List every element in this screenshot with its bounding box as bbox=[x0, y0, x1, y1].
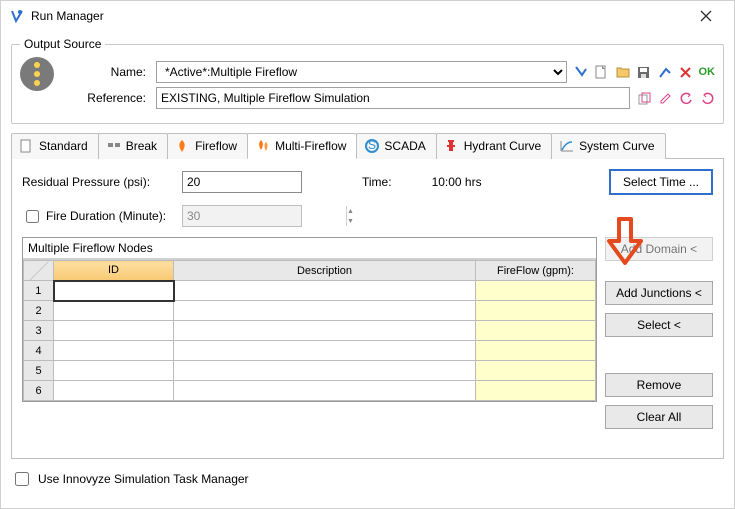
col-id[interactable]: ID bbox=[54, 261, 174, 281]
grid-buttons: Add Domain < Add Junctions < Select < Re… bbox=[605, 237, 713, 429]
reference-input[interactable] bbox=[156, 87, 630, 109]
residual-pressure-input[interactable] bbox=[182, 171, 302, 193]
name-toolbar: OK bbox=[573, 64, 716, 80]
undo-icon[interactable] bbox=[678, 90, 694, 106]
close-button[interactable] bbox=[686, 2, 726, 30]
curve-icon bbox=[560, 139, 574, 153]
fire-icon bbox=[176, 139, 190, 153]
use-task-manager-checkbox[interactable] bbox=[15, 472, 29, 486]
tab-hydrant-curve[interactable]: Hydrant Curve bbox=[436, 133, 552, 159]
tab-label: Fireflow bbox=[195, 139, 237, 153]
tab-standard[interactable]: Standard bbox=[11, 133, 99, 159]
grid-corner[interactable] bbox=[24, 261, 54, 281]
add-junctions-button[interactable]: Add Junctions < bbox=[605, 281, 713, 305]
table-row[interactable]: 5 bbox=[24, 361, 596, 381]
grid-container: Multiple Fireflow Nodes ID Description F… bbox=[22, 237, 597, 402]
save-icon[interactable] bbox=[636, 64, 652, 80]
use-task-manager-wrap: Use Innovyze Simulation Task Manager bbox=[11, 469, 724, 489]
tool2-icon[interactable] bbox=[657, 64, 673, 80]
tool-icon[interactable] bbox=[573, 64, 589, 80]
break-icon bbox=[107, 139, 121, 153]
output-source-group: Output Source Name: *Active*:Multiple Fi… bbox=[11, 37, 724, 124]
select-time-button[interactable]: Select Time ... bbox=[609, 169, 713, 195]
new-icon[interactable] bbox=[594, 64, 610, 80]
fire-duration-label-wrap: Fire Duration (Minute): bbox=[22, 207, 172, 226]
table-row[interactable]: 2 bbox=[24, 301, 596, 321]
tab-break[interactable]: Break bbox=[98, 133, 168, 159]
doc-icon bbox=[20, 139, 34, 153]
table-row[interactable]: 3 bbox=[24, 321, 596, 341]
tab-scada[interactable]: S SCADA bbox=[356, 133, 436, 159]
multi-fireflow-panel: Residual Pressure (psi): Time: 10:00 hrs… bbox=[11, 159, 724, 459]
reference-toolbar bbox=[636, 90, 715, 106]
window-title: Run Manager bbox=[31, 9, 686, 23]
ok-indicator: OK bbox=[699, 66, 716, 78]
add-domain-button[interactable]: Add Domain < bbox=[605, 237, 713, 261]
clear-all-button[interactable]: Clear All bbox=[605, 405, 713, 429]
col-fireflow[interactable]: FireFlow (gpm): bbox=[476, 261, 596, 281]
delete-icon[interactable] bbox=[678, 64, 694, 80]
fire-duration-checkbox[interactable] bbox=[26, 210, 39, 223]
select-button[interactable]: Select < bbox=[605, 313, 713, 337]
tab-multi-fireflow[interactable]: Multi-Fireflow bbox=[247, 133, 357, 159]
scada-icon: S bbox=[365, 139, 379, 153]
open-icon[interactable] bbox=[615, 64, 631, 80]
col-description[interactable]: Description bbox=[174, 261, 476, 281]
spinner-down-icon[interactable]: ▼ bbox=[347, 216, 354, 226]
residual-pressure-label: Residual Pressure (psi): bbox=[22, 175, 172, 189]
run-manager-window: Run Manager Output Source Name: *Active*… bbox=[0, 0, 735, 509]
tab-label: Multi-Fireflow bbox=[275, 139, 346, 153]
app-icon bbox=[9, 8, 25, 24]
grid-title: Multiple Fireflow Nodes bbox=[23, 238, 596, 259]
tab-label: Standard bbox=[39, 139, 88, 153]
use-task-manager-label: Use Innovyze Simulation Task Manager bbox=[38, 472, 249, 486]
redo-icon[interactable] bbox=[699, 90, 715, 106]
spinner-up-icon[interactable]: ▲ bbox=[347, 206, 354, 216]
remove-button[interactable]: Remove bbox=[605, 373, 713, 397]
content-area: Output Source Name: *Active*:Multiple Fi… bbox=[1, 31, 734, 499]
copy-icon[interactable] bbox=[636, 90, 652, 106]
reference-label: Reference: bbox=[62, 91, 150, 105]
name-label: Name: bbox=[62, 65, 150, 79]
tab-label: Break bbox=[126, 139, 157, 153]
titlebar: Run Manager bbox=[1, 1, 734, 31]
tab-label: Hydrant Curve bbox=[464, 139, 541, 153]
time-value: 10:00 hrs bbox=[432, 175, 482, 189]
tab-fireflow[interactable]: Fireflow bbox=[167, 133, 248, 159]
svg-text:S: S bbox=[368, 139, 376, 152]
output-source-legend: Output Source bbox=[20, 37, 105, 51]
fire-duration-spinner[interactable]: ▲▼ bbox=[182, 205, 302, 227]
name-combo[interactable]: *Active*:Multiple Fireflow bbox=[156, 61, 567, 83]
table-row[interactable]: 6 bbox=[24, 381, 596, 401]
fire-duration-label: Fire Duration (Minute): bbox=[46, 209, 166, 223]
hydrant-icon bbox=[445, 139, 459, 153]
traffic-light-icon bbox=[20, 57, 54, 91]
time-label: Time: bbox=[362, 175, 392, 189]
tab-label: SCADA bbox=[384, 139, 425, 153]
tab-label: System Curve bbox=[579, 139, 654, 153]
table-row[interactable]: 1 bbox=[24, 281, 596, 301]
table-row[interactable]: 4 bbox=[24, 341, 596, 361]
fire-duration-value bbox=[183, 206, 346, 226]
edit-icon[interactable] bbox=[657, 90, 673, 106]
tabs: Standard Break Fireflow Multi-Fireflow S… bbox=[11, 132, 724, 159]
tab-system-curve[interactable]: System Curve bbox=[551, 133, 665, 159]
fireflow-nodes-grid[interactable]: ID Description FireFlow (gpm): 1 bbox=[23, 260, 596, 401]
multi-fire-icon bbox=[256, 139, 270, 153]
